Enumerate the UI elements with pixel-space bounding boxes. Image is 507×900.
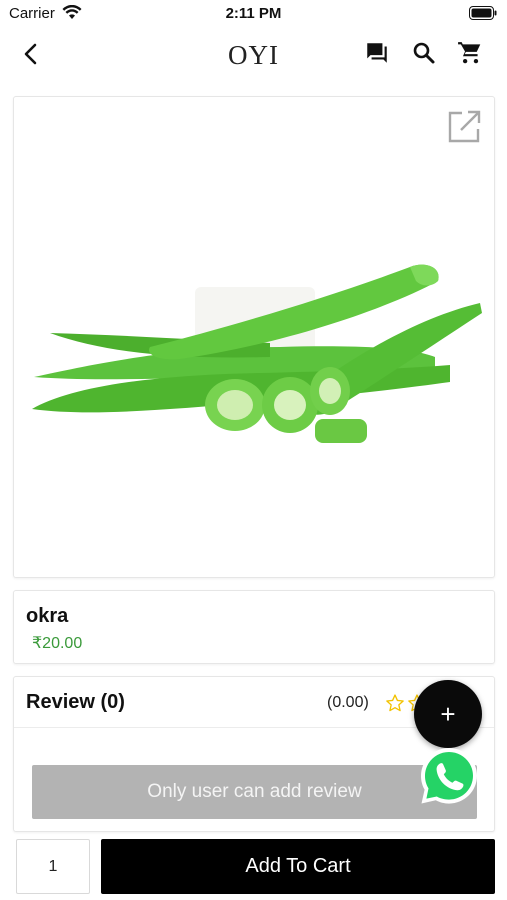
chat-button[interactable] [362, 38, 392, 68]
review-score: (0.00) [327, 694, 369, 711]
product-name: okra [26, 605, 69, 627]
product-image-card [13, 96, 495, 578]
back-arrow-icon [24, 43, 37, 65]
product-info-card: okra ₹20.00 [13, 590, 495, 664]
star-outline-icon [386, 694, 404, 712]
clock: 2:11 PM [225, 5, 282, 22]
battery-icon [469, 6, 497, 20]
cart-icon [458, 42, 481, 64]
search-button[interactable] [409, 38, 439, 68]
open-image-button[interactable] [446, 109, 482, 145]
cart-button[interactable] [455, 38, 485, 68]
add-to-cart-button[interactable]: Add To Cart [101, 839, 495, 894]
product-price: ₹20.00 [32, 635, 83, 652]
quantity-input[interactable]: 1 [16, 839, 90, 894]
search-icon [413, 42, 435, 64]
back-button[interactable] [14, 38, 48, 70]
add-review-button[interactable]: Only user can add review [32, 765, 477, 819]
open-external-icon [448, 110, 481, 143]
status-bar: Carrier 2:11 PM [0, 0, 507, 28]
chat-icon [367, 43, 387, 63]
review-title: Review (0) [26, 691, 125, 713]
fab-add-button[interactable]: + [414, 680, 482, 748]
nav-bar: OYI [0, 28, 507, 80]
okra-image [32, 264, 482, 443]
whatsapp-icon[interactable] [418, 745, 480, 807]
